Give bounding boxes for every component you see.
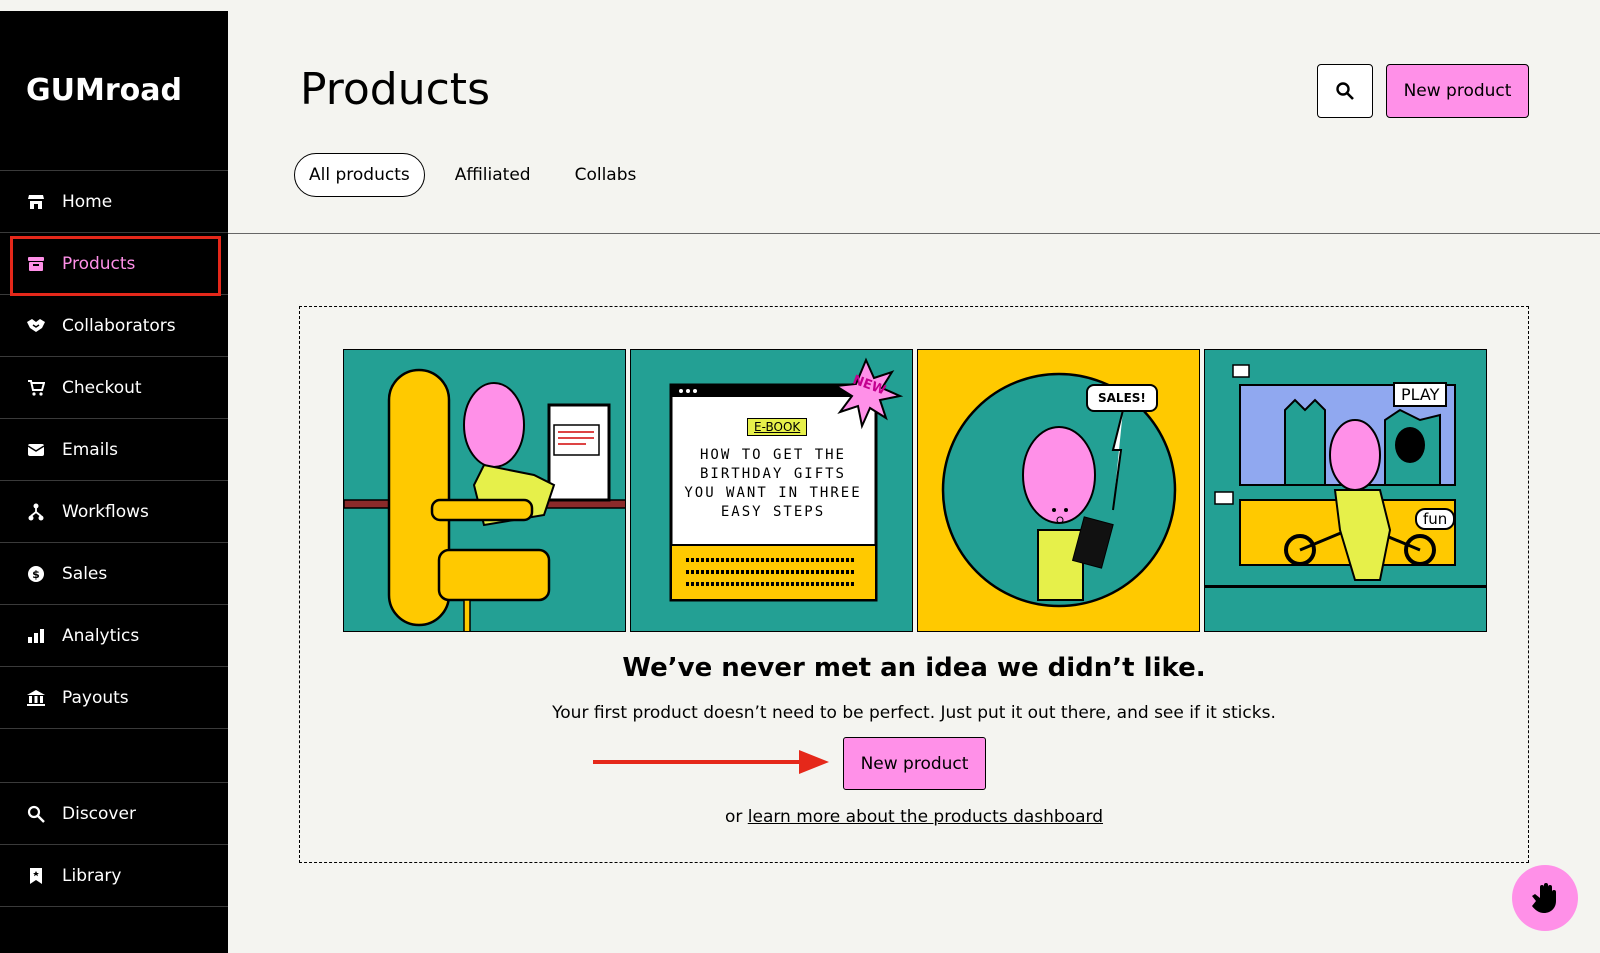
sidebar-item-label: Checkout [62, 377, 142, 398]
tab-collabs[interactable]: Collabs [561, 153, 651, 197]
ebook-tag: E-BOOK [747, 418, 808, 436]
svg-text:$: $ [32, 568, 40, 581]
sidebar-item-label: Products [62, 253, 136, 274]
sidebar-item-analytics[interactable]: Analytics [0, 605, 228, 667]
illustration-panel-ebook: E-BOOK HOW TO GET THE BIRTHDAY GIFTS YOU… [630, 349, 913, 632]
sidebar-item-checkout[interactable]: Checkout [0, 357, 228, 419]
sidebar-item-products[interactable]: Products [0, 233, 228, 296]
help-button[interactable] [1512, 865, 1578, 931]
archive-box-icon [26, 254, 46, 274]
new-product-cta-button[interactable]: New product [843, 737, 986, 790]
bank-icon [26, 688, 46, 708]
illustration-panel-play: PLAY fun [1204, 349, 1487, 632]
sidebar-spacer [0, 729, 228, 783]
workflow-icon [26, 502, 46, 522]
ebook-title: HOW TO GET THE BIRTHDAY GIFTS YOU WANT I… [684, 447, 862, 520]
sidebar-item-label: Emails [62, 439, 119, 460]
product-tabs: All products Affiliated Collabs [294, 153, 666, 197]
gumroad-logo[interactable]: GUMroad [0, 11, 228, 171]
illustration-panel-sales: SALES! [917, 349, 1200, 632]
sidebar-item-sales[interactable]: $ Sales [0, 543, 228, 605]
sidebar-item-home[interactable]: Home [0, 171, 228, 233]
search-button[interactable] [1317, 64, 1373, 118]
store-icon [26, 192, 46, 212]
waving-hand-icon [1532, 883, 1556, 913]
learn-more-link[interactable]: learn more about the products dashboard [748, 807, 1103, 827]
play-bubble: PLAY [1393, 382, 1448, 407]
dollar-coin-icon: $ [26, 564, 46, 584]
cart-icon [26, 378, 46, 398]
sidebar-item-label: Payouts [62, 687, 129, 708]
bar-chart-icon [26, 626, 46, 646]
empty-state-headline: We’ve never met an idea we didn’t like. [622, 653, 1206, 683]
sidebar-item-label: Library [62, 865, 122, 886]
handshake-icon [26, 316, 46, 336]
envelope-icon [26, 440, 46, 460]
sidebar-item-workflows[interactable]: Workflows [0, 481, 228, 543]
sidebar-item-label: Sales [62, 563, 108, 584]
sales-bubble: SALES! [1086, 384, 1158, 412]
sidebar-item-label: Discover [62, 803, 136, 824]
sidebar-item-label: Analytics [62, 625, 140, 646]
tab-all-products[interactable]: All products [294, 153, 425, 197]
empty-state-card: E-BOOK HOW TO GET THE BIRTHDAY GIFTS YOU… [299, 306, 1529, 863]
new-product-button[interactable]: New product [1386, 64, 1529, 118]
sidebar-item-discover[interactable]: Discover [0, 783, 228, 845]
bookmark-icon [26, 866, 46, 886]
illustration-panel-computer [343, 349, 626, 632]
fun-tag: fun [1415, 508, 1456, 530]
learn-more-text: or learn more about the products dashboa… [724, 807, 1104, 827]
tab-affiliated[interactable]: Affiliated [441, 153, 545, 197]
sidebar-item-label: Home [62, 191, 113, 212]
sidebar-item-library[interactable]: Library [0, 845, 228, 907]
sidebar-item-emails[interactable]: Emails [0, 419, 228, 481]
search-icon [1336, 82, 1354, 100]
page-header: Products New product All products Affili… [228, 0, 1600, 234]
sidebar-item-label: Collaborators [62, 315, 176, 336]
page-title: Products [300, 64, 490, 115]
sidebar: GUMroad Home Products Collaborators Chec… [0, 11, 228, 953]
search-icon [26, 804, 46, 824]
sidebar-item-payouts[interactable]: Payouts [0, 667, 228, 729]
annotation-arrow-icon [593, 750, 829, 774]
empty-state-subline: Your first product doesn’t need to be pe… [552, 703, 1276, 723]
sidebar-item-label: Workflows [62, 501, 149, 522]
sidebar-item-collaborators[interactable]: Collaborators [0, 295, 228, 357]
illustration-strip: E-BOOK HOW TO GET THE BIRTHDAY GIFTS YOU… [343, 349, 1487, 632]
